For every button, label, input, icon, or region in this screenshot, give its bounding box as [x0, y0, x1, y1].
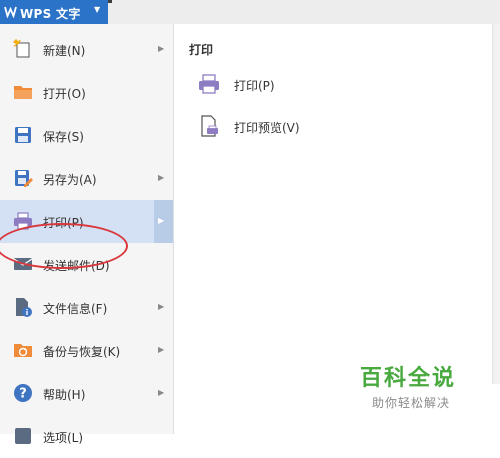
submenu-item-print-preview[interactable]: 打印预览(V): [194, 110, 394, 142]
file-menu-panel: 新建(N) ▶ 打开(O) 保存(S) 另存为(A) ▶ 打印(P) ▶ 发送邮…: [0, 24, 174, 445]
chevron-down-icon: ▼: [94, 5, 101, 14]
file-info-icon: [16, 298, 32, 317]
submenu-item-label: 打印(P): [234, 79, 275, 93]
menu-item-print[interactable]: 打印(P) ▶: [0, 200, 173, 243]
watermark-tagline: 助你轻松解决: [372, 396, 451, 410]
help-icon: ?: [14, 384, 32, 402]
folder-open-icon: [14, 86, 32, 99]
save-icon: [15, 127, 31, 143]
menu-item-label: 发送邮件(D): [43, 259, 110, 273]
chevron-right-icon: ▶: [158, 345, 165, 354]
menu-item-label: 保存(S): [43, 130, 84, 144]
menu-item-file-info[interactable]: 文件信息(F) ▶: [0, 286, 173, 329]
chevron-right-icon: ▶: [158, 44, 165, 53]
menu-item-backup-restore[interactable]: 备份与恢复(K) ▶: [0, 329, 173, 372]
menu-item-open[interactable]: 打开(O): [0, 71, 173, 114]
new-document-icon: [13, 39, 30, 58]
menu-item-label: 另存为(A): [43, 173, 97, 187]
mail-icon: [13, 258, 33, 270]
wps-logo-icon: [4, 6, 17, 18]
scrollbar[interactable]: [492, 24, 500, 384]
app-title: WPS 文字: [20, 7, 81, 21]
menu-item-label: 选项(L): [43, 431, 84, 445]
menu-item-label: 文件信息(F): [43, 302, 108, 316]
options-icon: [15, 428, 31, 444]
chevron-right-icon: ▶: [158, 216, 165, 225]
chevron-right-icon: ▶: [158, 302, 165, 311]
watermark: 百科全说 助你轻松解决: [360, 360, 470, 411]
save-as-icon: [15, 170, 33, 187]
menu-item-label: 打开(O): [43, 87, 86, 101]
menu-item-save[interactable]: 保存(S): [0, 114, 173, 157]
chevron-right-icon: ▶: [158, 173, 165, 182]
menu-item-help[interactable]: ? 帮助(H) ▶: [0, 372, 173, 415]
wps-app-menu-button[interactable]: WPS 文字 ▼: [0, 0, 108, 24]
submenu-title: 打印: [189, 43, 214, 57]
printer-icon: [14, 212, 32, 230]
menu-item-label: 打印(P): [43, 216, 84, 230]
backup-icon: [14, 344, 32, 357]
menu-item-label: 帮助(H): [43, 388, 86, 402]
menu-item-save-as[interactable]: 另存为(A) ▶: [0, 157, 173, 200]
svg-text:?: ?: [19, 387, 27, 402]
printer-icon: [199, 74, 219, 94]
watermark-brand: 百科全说: [360, 366, 457, 391]
submenu-item-print[interactable]: 打印(P): [194, 68, 394, 100]
chevron-right-icon: ▶: [158, 388, 165, 397]
menu-item-options[interactable]: 选项(L): [0, 415, 173, 458]
menu-item-label: 备份与恢复(K): [43, 345, 121, 359]
menu-item-new[interactable]: 新建(N) ▶: [0, 28, 173, 71]
menu-item-send-mail[interactable]: 发送邮件(D): [0, 243, 173, 286]
print-preview-icon: [201, 115, 218, 137]
submenu-item-label: 打印预览(V): [234, 121, 300, 135]
menu-item-label: 新建(N): [43, 44, 86, 58]
